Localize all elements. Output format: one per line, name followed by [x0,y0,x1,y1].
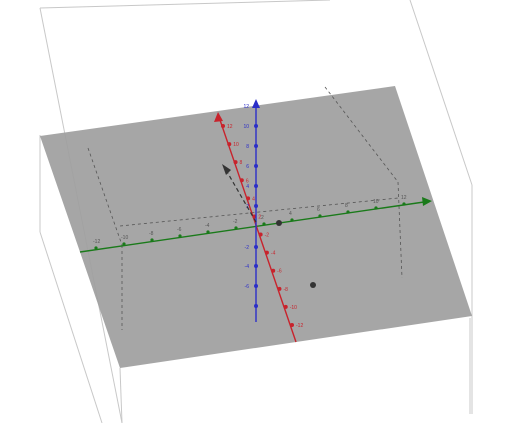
y-tick [374,206,378,210]
x-tick-label: 12 [227,124,233,130]
x-tick [264,250,269,255]
x-tick [227,142,232,147]
y-tick-label: 2 [261,215,264,221]
x-tick [246,196,251,201]
y-tick [178,234,182,238]
z-tick-label: -6 [245,284,250,290]
y-tick [234,226,238,230]
x-tick-label: 8 [240,160,243,166]
y-tick-label: -6 [177,227,182,233]
z-tick [254,164,258,168]
y-tick-label: -10 [121,235,128,241]
graphics-3d-canvas[interactable]: -12-10-8-6-4-224681012 12108642-2-4-6-8-… [0,0,512,424]
z-tick [254,264,258,268]
z-tick [254,144,258,148]
x-tick [258,232,263,237]
point-b[interactable] [310,282,316,288]
box-edge [409,0,473,186]
y-tick-label: 12 [401,195,407,201]
y-tick [94,246,98,250]
y-tick [402,202,406,206]
z-tick-label: 8 [246,144,249,150]
x-tick-label: -4 [271,251,276,257]
y-tick-label: -12 [93,239,100,245]
z-tick-label: 4 [246,184,249,190]
y-tick-label: -2 [233,219,238,225]
x-tick [277,286,282,291]
z-tick [254,304,258,308]
y-tick [206,230,210,234]
x-tick-label: -6 [277,269,282,275]
y-tick [122,242,126,246]
y-tick [150,238,154,242]
z-tick [254,284,258,288]
z-tick [254,124,258,128]
y-tick [318,214,322,218]
x-tick [271,268,276,273]
y-tick-label: 10 [373,199,379,205]
z-tick [254,104,258,108]
y-tick-label: -8 [149,231,154,237]
y-tick [346,210,350,214]
x-tick [233,160,238,165]
x-tick [221,124,225,128]
z-tick-label: -4 [245,264,250,270]
x-tick-label: 2 [258,214,261,220]
z-tick [254,184,258,188]
graphics-3d-view[interactable]: -12 -10 -8 -6 -4 -2 2 4 6 8 10 12 12 10 8 6 4 2 -2 -4 -6 -8-… [0,0,512,424]
x-tick [239,178,244,183]
z-tick-label: 6 [246,164,249,170]
box-edge [39,0,331,9]
z-tick-label: 10 [243,124,249,130]
x-tick-label: -10 [290,305,297,311]
point-a[interactable] [276,220,282,226]
y-tick [262,222,266,226]
y-tick-label: -4 [205,223,210,229]
y-tick-label: 6 [317,207,320,213]
z-tick [254,245,258,249]
y-tick-label: 8 [345,203,348,209]
x-tick-label: -12 [296,323,303,329]
z-tick-label: 12 [243,104,249,110]
z-tick [254,204,258,208]
z-tick-label: -2 [245,245,250,251]
y-tick [290,218,294,222]
x-tick [283,304,288,309]
x-tick-label: 4 [252,196,255,202]
y-tick-label: 4 [289,211,292,217]
x-tick-label: -8 [283,287,288,293]
x-tick-label: 10 [233,142,239,148]
x-tick-label: -2 [265,233,270,239]
x-tick [290,323,294,327]
